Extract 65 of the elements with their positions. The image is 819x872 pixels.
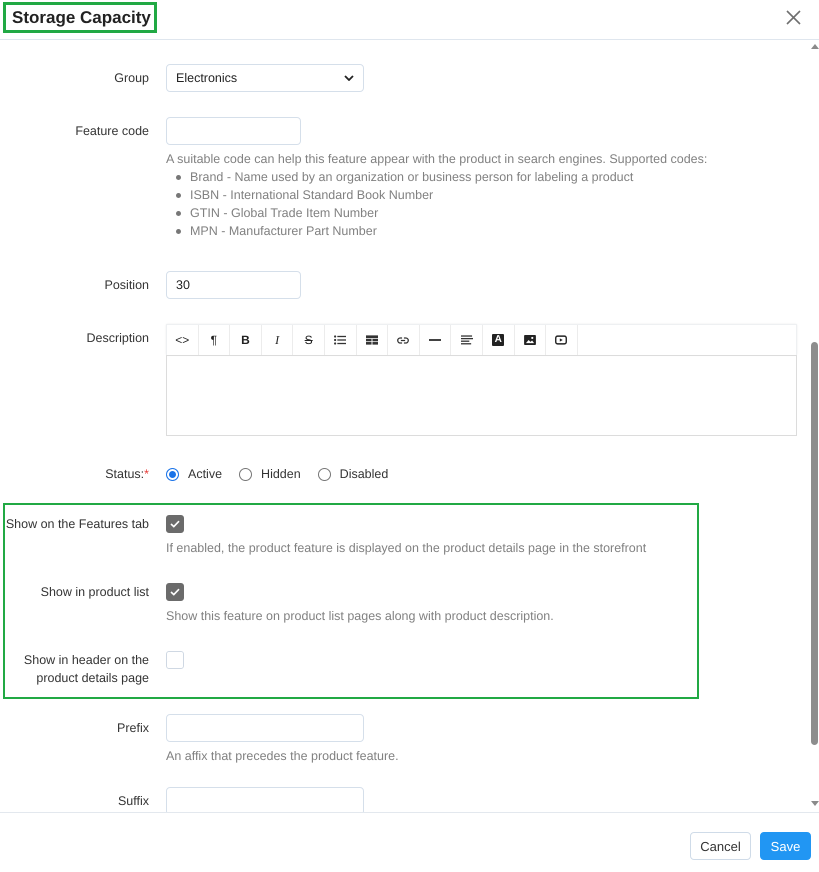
help-text: A suitable code can help this feature appear with the product in search engines. Supported codes:: [166, 151, 708, 168]
scroll-up-arrow-icon[interactable]: [810, 44, 818, 49]
field-label: Description: [85, 330, 149, 346]
help-text: MPN - Manufacturer Part Number: [190, 223, 377, 240]
checkbox[interactable]: [166, 515, 184, 533]
position-field[interactable]: 30: [166, 271, 301, 299]
bold-button[interactable]: B: [230, 325, 262, 355]
dialog-title: Storage Capacity: [12, 6, 151, 28]
checkbox-label: Show on the Features tab: [5, 516, 149, 533]
radio-button[interactable]: [318, 468, 331, 480]
video-button[interactable]: [546, 325, 578, 355]
radio-button[interactable]: [166, 468, 179, 480]
help-text: If enabled, the product feature is displayed on the product details page in the storefront: [166, 540, 648, 557]
bullet-icon: [176, 174, 181, 180]
text-color-button[interactable]: A: [482, 325, 515, 355]
help-text: ISBN - International Standard Book Number: [190, 187, 434, 204]
radio-button[interactable]: [239, 468, 252, 480]
feature-code-field[interactable]: [166, 117, 301, 145]
check-icon: [170, 520, 180, 528]
video-icon: [555, 335, 568, 345]
required-mark: *: [144, 467, 149, 481]
italic-button[interactable]: I: [262, 325, 294, 355]
help-text: Show this feature on product list pages along with product description.: [166, 608, 555, 625]
align-left-icon: [460, 335, 473, 345]
bullet-list-icon: [334, 335, 346, 345]
help-text: GTIN - Global Trade Item Number: [190, 205, 378, 222]
prefix-field[interactable]: [166, 714, 364, 742]
field-label: Prefix: [116, 720, 149, 736]
check-icon: [170, 588, 180, 596]
radio-label[interactable]: Active: [188, 467, 222, 481]
table-icon: [366, 335, 378, 345]
field-label: Suffix: [116, 793, 149, 809]
source-code-button[interactable]: <>: [167, 325, 199, 355]
field-label: Position: [104, 277, 149, 293]
image-button[interactable]: [514, 325, 546, 355]
cancel-button[interactable]: Cancel: [690, 832, 751, 860]
group-select[interactable]: Electronics: [166, 64, 364, 92]
bullet-icon: [176, 210, 181, 216]
paragraph-button[interactable]: ¶: [198, 325, 230, 355]
help-text: An affix that precedes the product feature.: [166, 748, 400, 765]
bullet-icon: [176, 192, 181, 198]
field-label: Feature code: [74, 123, 149, 139]
link-button[interactable]: [388, 325, 420, 355]
image-icon: [524, 335, 536, 345]
horizontal-rule-button[interactable]: [420, 325, 452, 355]
help-text: Brand - Name used by an organization or business person for labeling a product: [190, 169, 634, 186]
bullet-list-button[interactable]: [324, 325, 357, 355]
close-icon[interactable]: [786, 10, 801, 25]
checkbox-label: Show in product list: [40, 584, 149, 601]
checkbox[interactable]: [166, 583, 184, 601]
suffix-field[interactable]: [166, 787, 364, 812]
strikethrough-button[interactable]: S: [293, 325, 325, 355]
scroll-down-arrow-icon[interactable]: [810, 801, 818, 806]
table-button[interactable]: [356, 325, 388, 355]
field-label: Status:: [105, 467, 144, 481]
checkbox-label: Show in header on the product details page: [22, 652, 149, 687]
link-icon: [397, 336, 410, 344]
chevron-down-icon: [344, 75, 354, 81]
horizontal-rule-icon: [429, 339, 442, 341]
radio-label[interactable]: Hidden: [261, 467, 301, 481]
radio-label[interactable]: Disabled: [340, 467, 388, 481]
bullet-icon: [176, 228, 181, 234]
field-label: Group: [113, 70, 149, 86]
align-button[interactable]: [451, 325, 483, 355]
scrollbar-thumb[interactable]: [811, 342, 818, 745]
